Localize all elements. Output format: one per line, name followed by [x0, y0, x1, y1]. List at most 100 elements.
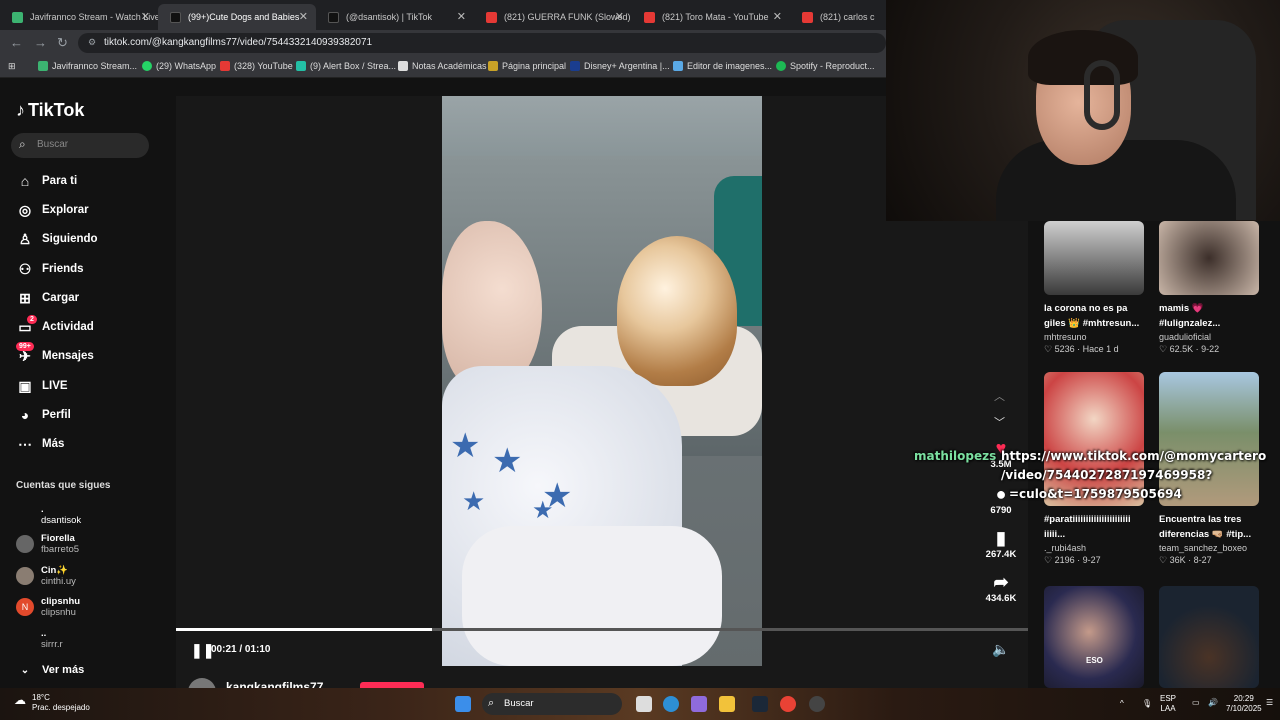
microphone-icon[interactable]: 🎙 [1142, 699, 1152, 709]
close-tab-icon[interactable]: ✕ [773, 10, 782, 23]
menu-item-perfil[interactable]: ◕ Perfil [16, 405, 71, 425]
video-author[interactable]: kangkangfilms77 [188, 678, 488, 706]
menu-item-cargar[interactable]: ⊞ Cargar [16, 288, 79, 308]
video-dog [617, 236, 737, 386]
notification-icon[interactable]: ☰ [1266, 698, 1273, 708]
star-pattern: ★ [462, 486, 486, 516]
followed-account[interactable]: .. sirrr.r [16, 627, 63, 651]
taskbar-search[interactable]: ⌕ Buscar [482, 693, 622, 715]
compass-icon: ◎ [18, 201, 32, 218]
menu-item-mas[interactable]: ⋯ Más [16, 434, 64, 454]
search-icon: ⌕ [19, 137, 26, 151]
menu-item-mensajes[interactable]: ✈ Mensajes 99+ [16, 342, 94, 366]
edge-icon[interactable] [663, 696, 679, 712]
thumbnail-label: ESO [1086, 656, 1103, 665]
streamer-webcam [886, 0, 1280, 221]
profile-avatar-icon: ◕ [20, 407, 30, 423]
browser-tab[interactable]: (821) GUERRA FUNK (Slowed) ✕ [474, 4, 632, 30]
menu-item-live[interactable]: ▣ LIVE [16, 376, 67, 396]
browser-tab[interactable]: (@dsantisok) | TikTok ✕ [316, 4, 474, 30]
tiktok-favicon-icon [328, 12, 339, 23]
bookmark-item[interactable]: Disney+ Argentina |... [570, 61, 670, 71]
bookmark-item[interactable]: (29) WhatsApp [142, 61, 216, 71]
youtube-favicon-icon [644, 12, 655, 23]
file-explorer-icon[interactable] [719, 696, 735, 712]
page-icon [398, 61, 408, 71]
close-tab-icon[interactable]: ✕ [299, 10, 308, 23]
apps-icon[interactable]: ⊞ [8, 61, 16, 72]
volume-icon[interactable]: 🔈 [992, 641, 1009, 658]
bookmark-item[interactable]: (9) Alert Box / Strea... [296, 61, 396, 71]
language-indicator[interactable]: ESP LAA [1160, 694, 1176, 714]
url-field[interactable]: ⚙ tiktok.com/@kangkangfilms77/video/7544… [78, 33, 886, 53]
menu-item-explorar[interactable]: ◎ Explorar [16, 200, 89, 220]
bookmark-item[interactable]: Página principal [488, 61, 566, 71]
menu-item-friends[interactable]: ⚇ Friends [16, 259, 84, 279]
browser-tab-active[interactable]: (99+)Cute Dogs and Babies ✕ [158, 4, 316, 30]
browser-tab[interactable]: Javifrannco Stream - Watch Live ✕ [0, 4, 158, 30]
bookmark-item[interactable]: Editor de imagenes... [673, 61, 772, 71]
menu-item-para-ti[interactable]: ⌂ Para ti [16, 171, 77, 191]
copilot-icon[interactable] [691, 696, 707, 712]
weather-widget[interactable]: ☁ 18°C Prac. despejado [14, 693, 90, 713]
back-icon[interactable]: ← [10, 35, 23, 50]
video-frame[interactable]: ★ ★ ★ ★ ★ [442, 96, 762, 666]
weather-cloud-icon: ☁ [14, 693, 26, 707]
bookmark-item[interactable]: Notas Académicas [398, 61, 487, 71]
chevron-down-icon[interactable]: ﹀ [994, 414, 1005, 430]
save-button[interactable]: ▮ 267.4K [981, 528, 1021, 560]
progress-bar[interactable] [176, 628, 1028, 631]
bookmark-item[interactable]: Spotify - Reproduct... [776, 61, 875, 71]
video-thumbnail: ESO [1044, 586, 1144, 688]
search-input[interactable]: ⌕ Buscar [11, 133, 149, 158]
chevron-up-icon[interactable]: ︿ [994, 388, 1005, 404]
clock[interactable]: 20:29 7/10/2025 [1226, 694, 1262, 714]
recommended-video[interactable]: ESO [1044, 586, 1144, 688]
menu-item-actividad[interactable]: ▭ Actividad 2 [16, 315, 94, 337]
followed-account[interactable]: . dsantisok [16, 503, 81, 527]
speaker-icon[interactable]: 🔊 [1208, 698, 1218, 708]
windows-taskbar: ☁ 18°C Prac. despejado ⌕ Buscar ^ 🎙 ESP LA… [0, 688, 1280, 720]
streamer-body [996, 140, 1236, 221]
chevron-up-icon[interactable]: ^ [1120, 699, 1124, 709]
recommended-video[interactable] [1159, 586, 1259, 688]
forward-icon[interactable]: → [34, 35, 47, 50]
bookmark-item[interactable]: Javifrannco Stream... [38, 61, 137, 71]
recommended-video[interactable]: mamis 💗 #lulignzalez... guadulioficial ♡… [1159, 221, 1259, 355]
see-more-button[interactable]: ⌄ Ver más [16, 660, 84, 680]
task-view-icon[interactable] [636, 696, 652, 712]
recommended-video[interactable]: la corona no es pa giles 👑 #mhtresun... … [1044, 221, 1144, 355]
menu-item-siguiendo[interactable]: ♙ Siguiendo [16, 229, 98, 249]
video-blanket [462, 526, 722, 666]
obs-icon[interactable] [809, 696, 825, 712]
youtube-favicon-icon [486, 12, 497, 23]
following-title: Cuentas que sigues [16, 480, 111, 491]
close-tab-icon[interactable]: ✕ [141, 10, 150, 23]
followed-account[interactable]: Fiorella fbarreto5 [16, 532, 79, 556]
video-thumbnail [1044, 221, 1144, 295]
reload-icon[interactable]: ↻ [57, 35, 68, 51]
star-pattern: ★ [532, 497, 554, 524]
tiktok-logo[interactable]: ♪ TikTok [16, 100, 84, 121]
browser-tab[interactable]: (821) Toro Mata - YouTube ✕ [632, 4, 790, 30]
avatar: N [16, 598, 34, 616]
streamlabs-icon [296, 61, 306, 71]
whatsapp-icon [142, 61, 152, 71]
bookmark-item[interactable]: (328) YouTube [220, 61, 293, 71]
windows-start-icon[interactable] [455, 696, 471, 712]
steam-icon[interactable] [752, 696, 768, 712]
browser-tab[interactable]: (821) carlos c [790, 4, 880, 30]
followed-account[interactable]: Nclipsnhu clipsnhu [16, 595, 80, 619]
share-button[interactable]: ➦ 434.6K [981, 572, 1021, 604]
chrome-icon[interactable] [780, 696, 796, 712]
site-info-icon[interactable]: ⚙ [88, 37, 96, 48]
network-icon[interactable]: ▭ [1192, 698, 1200, 708]
avatar [16, 506, 34, 524]
close-tab-icon[interactable]: ✕ [615, 10, 624, 23]
video-thumbnail [1044, 372, 1144, 506]
tiktok-favicon-icon [170, 12, 181, 23]
close-tab-icon[interactable]: ✕ [457, 10, 466, 23]
followed-account[interactable]: Cin✨ cinthi.uy [16, 564, 76, 588]
youtube-favicon-icon [802, 12, 813, 23]
tiktok-sidebar: ♪ TikTok ⌕ Buscar ⌂ Para ti ◎ Explorar ♙ Sigu… [0, 78, 176, 688]
